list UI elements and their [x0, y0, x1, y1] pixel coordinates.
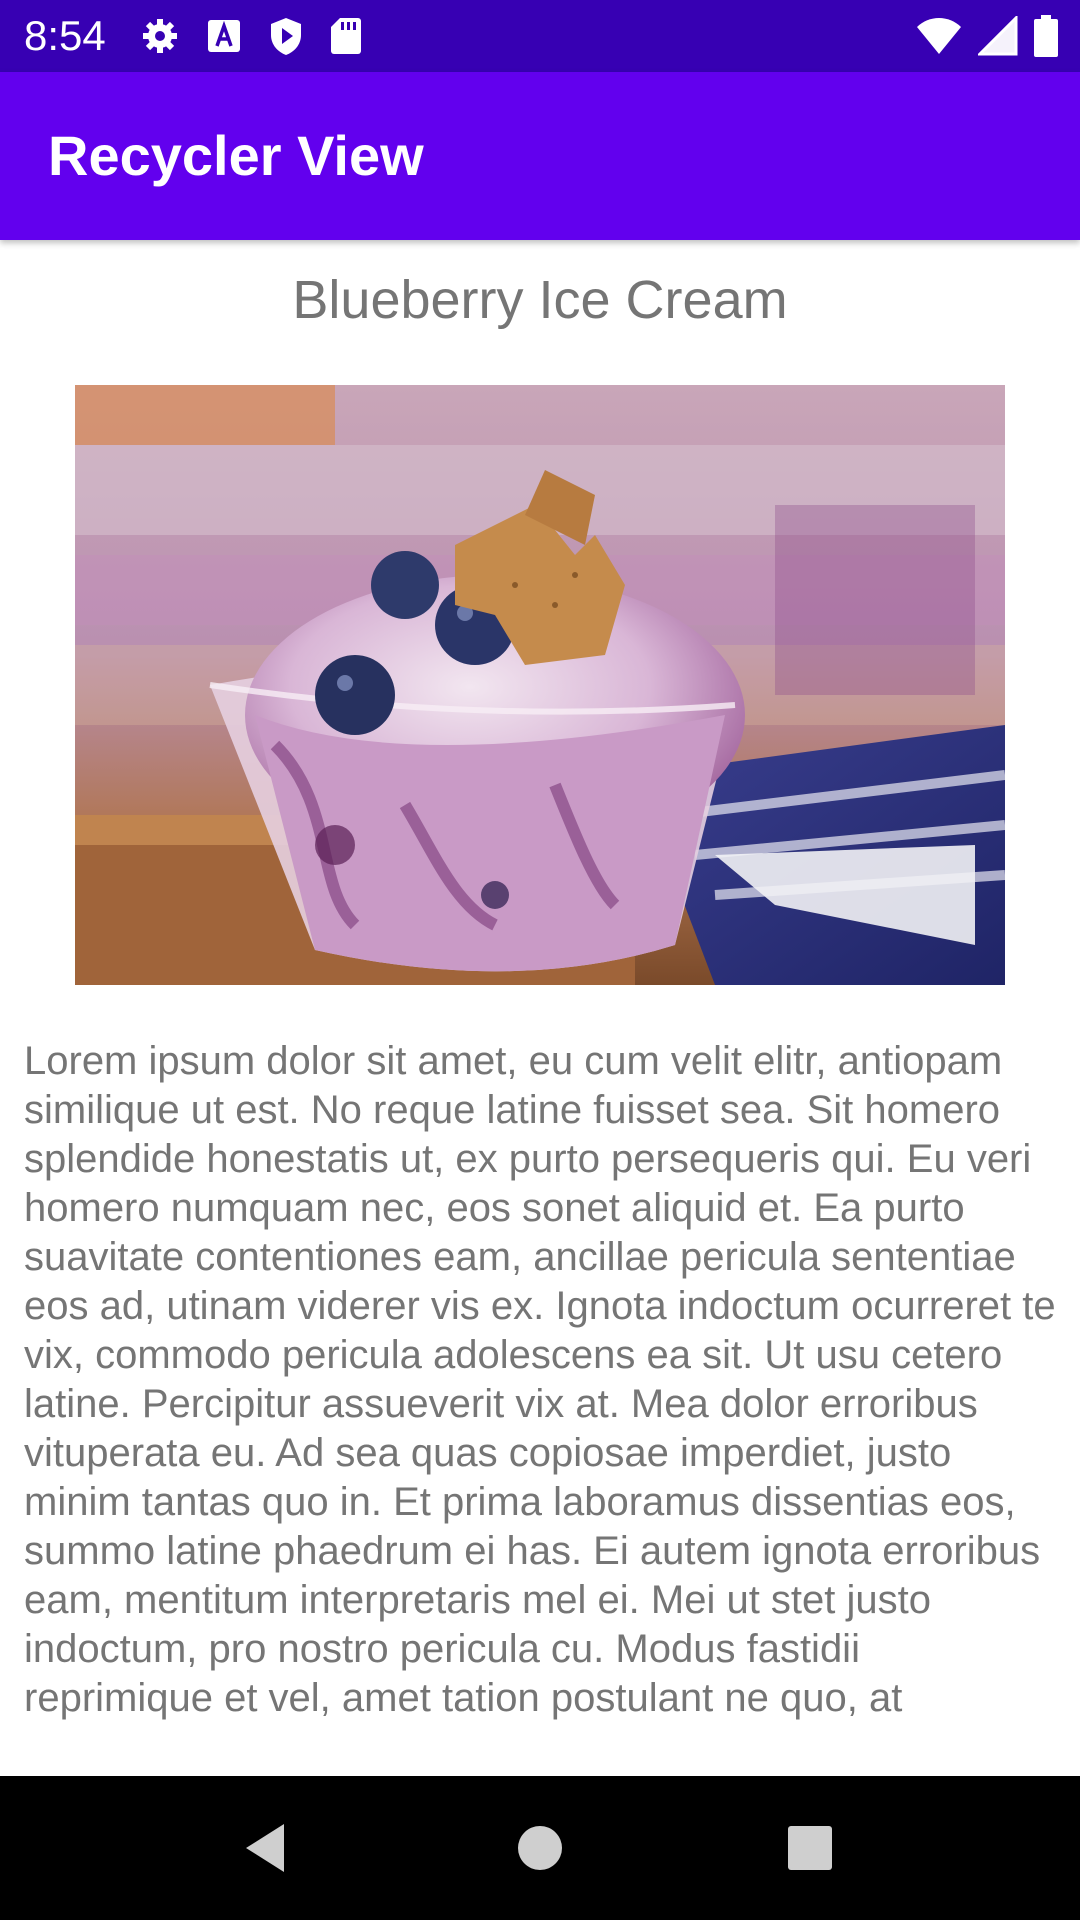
status-icons-right — [916, 14, 1058, 58]
back-icon[interactable] — [236, 1816, 300, 1880]
navigation-bar — [0, 1776, 1080, 1920]
status-time: 8:54 — [24, 12, 106, 59]
sd-card-icon — [330, 16, 362, 56]
app-bar: Recycler View — [0, 72, 1080, 240]
wifi-icon — [916, 16, 962, 56]
item-description: Lorem ipsum dolor sit amet, eu cum velit… — [24, 1039, 1056, 1720]
app-title: Recycler View — [48, 124, 424, 187]
status-icons-left — [140, 16, 362, 56]
font-a-icon — [206, 18, 242, 54]
recents-icon[interactable] — [778, 1816, 842, 1880]
gear-icon — [140, 16, 180, 56]
recycler-list[interactable]: Blueberry Ice Cream Lorem ipsum dolor si… — [0, 240, 1080, 1776]
home-icon[interactable] — [508, 1816, 572, 1880]
battery-icon — [1034, 15, 1058, 57]
blueberry-ice-cream-image — [75, 385, 1005, 985]
item-title: Blueberry Ice Cream — [292, 270, 788, 330]
status-bar: 8:54 — [0, 0, 1080, 72]
signal-icon — [978, 16, 1018, 56]
shield-play-icon — [268, 16, 304, 56]
